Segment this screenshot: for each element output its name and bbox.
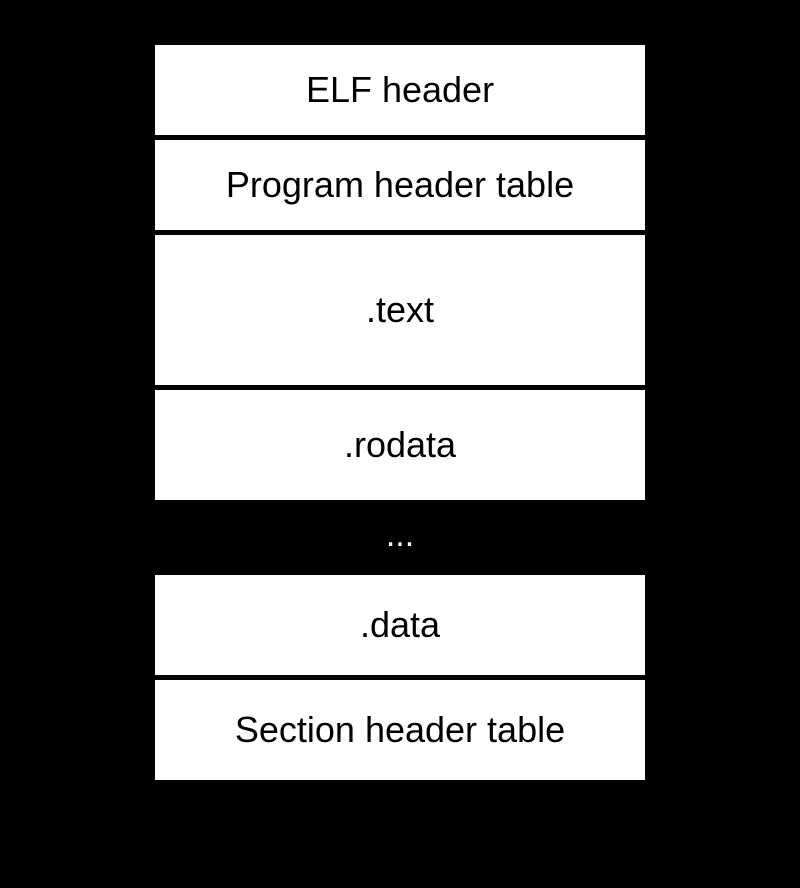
ellipsis-gap: ... <box>150 500 650 570</box>
elf-layout-diagram: ELF header Program header table .text .r… <box>150 40 650 780</box>
data-section-label: .data <box>360 604 440 646</box>
rodata-section-box: .rodata <box>150 385 650 505</box>
data-section-box: .data <box>150 570 650 680</box>
ellipsis-label: ... <box>386 516 414 555</box>
text-section-label: .text <box>366 289 434 331</box>
section-header-table-box: Section header table <box>150 675 650 785</box>
elf-header-box: ELF header <box>150 40 650 140</box>
program-header-table-label: Program header table <box>226 164 574 206</box>
text-section-box: .text <box>150 230 650 390</box>
program-header-table-box: Program header table <box>150 135 650 235</box>
rodata-section-label: .rodata <box>344 424 456 466</box>
section-header-table-label: Section header table <box>235 709 565 751</box>
elf-header-label: ELF header <box>306 69 494 111</box>
